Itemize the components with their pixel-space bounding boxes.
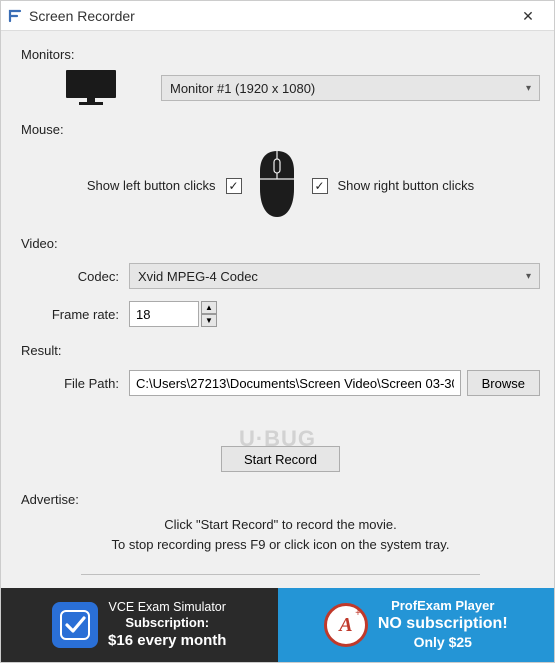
chevron-down-icon: ▾ bbox=[526, 271, 531, 282]
codec-select-value: Xvid MPEG-4 Codec bbox=[138, 269, 258, 284]
codec-label: Codec: bbox=[21, 269, 129, 284]
mouse-icon bbox=[252, 149, 302, 222]
framerate-input[interactable] bbox=[129, 301, 199, 327]
monitor-select-value: Monitor #1 (1920 x 1080) bbox=[170, 81, 315, 96]
grade-icon: A+ bbox=[324, 603, 368, 647]
show-left-clicks-checkbox[interactable]: ✓ bbox=[226, 178, 242, 194]
banner-left[interactable]: VCE Exam Simulator Subscription: $16 eve… bbox=[1, 588, 278, 662]
advertise-line1: Click "Start Record" to record the movie… bbox=[21, 515, 540, 535]
framerate-down-button[interactable]: ▼ bbox=[201, 314, 217, 327]
banner-right-line2: NO subscription! bbox=[378, 614, 508, 634]
close-button[interactable]: ✕ bbox=[508, 1, 548, 31]
mouse-row: Show left button clicks ✓ ✓ Show right b… bbox=[21, 149, 540, 222]
filepath-input[interactable] bbox=[129, 370, 461, 396]
start-row: Start Record bbox=[21, 446, 540, 472]
content-area: Monitors: Monitor #1 (1920 x 1080) ▾ Mou… bbox=[1, 31, 554, 588]
show-left-clicks-label: Show left button clicks bbox=[87, 178, 216, 193]
banner-left-text: VCE Exam Simulator Subscription: $16 eve… bbox=[108, 600, 226, 651]
framerate-up-button[interactable]: ▲ bbox=[201, 301, 217, 314]
advertise-text: Click "Start Record" to record the movie… bbox=[21, 515, 540, 554]
advertise-label: Advertise: bbox=[21, 492, 540, 507]
ad-banner: VCE Exam Simulator Subscription: $16 eve… bbox=[1, 588, 554, 662]
divider bbox=[81, 574, 480, 575]
monitor-row: Monitor #1 (1920 x 1080) ▾ bbox=[21, 68, 540, 108]
start-record-button[interactable]: Start Record bbox=[221, 446, 340, 472]
banner-right[interactable]: A+ ProfExam Player NO subscription! Only… bbox=[278, 588, 555, 662]
banner-left-line2: Subscription: bbox=[125, 615, 209, 631]
banner-left-line1: VCE Exam Simulator bbox=[109, 600, 226, 616]
mouse-label: Mouse: bbox=[21, 122, 540, 137]
framerate-row: Frame rate: ▲ ▼ bbox=[21, 301, 540, 327]
filepath-row: File Path: Browse bbox=[21, 370, 540, 396]
banner-right-line3: Only $25 bbox=[414, 634, 472, 652]
codec-row: Codec: Xvid MPEG-4 Codec ▾ bbox=[21, 263, 540, 289]
banner-right-text: ProfExam Player NO subscription! Only $2… bbox=[378, 598, 508, 652]
video-label: Video: bbox=[21, 236, 540, 251]
show-right-clicks-checkbox[interactable]: ✓ bbox=[312, 178, 328, 194]
framerate-label: Frame rate: bbox=[21, 307, 129, 322]
codec-select[interactable]: Xvid MPEG-4 Codec ▾ bbox=[129, 263, 540, 289]
checkmark-icon bbox=[52, 602, 98, 648]
monitor-icon bbox=[21, 68, 161, 108]
app-window: Screen Recorder ✕ Monitors: Monitor #1 (… bbox=[0, 0, 555, 663]
monitor-select[interactable]: Monitor #1 (1920 x 1080) ▾ bbox=[161, 75, 540, 101]
browse-button[interactable]: Browse bbox=[467, 370, 540, 396]
banner-right-line1: ProfExam Player bbox=[391, 598, 494, 614]
result-label: Result: bbox=[21, 343, 540, 358]
monitors-label: Monitors: bbox=[21, 47, 540, 62]
chevron-down-icon: ▾ bbox=[526, 83, 531, 94]
app-icon bbox=[7, 8, 23, 24]
title-bar: Screen Recorder ✕ bbox=[1, 1, 554, 31]
filepath-label: File Path: bbox=[21, 376, 129, 391]
advertise-line2: To stop recording press F9 or click icon… bbox=[21, 535, 540, 555]
window-title: Screen Recorder bbox=[29, 8, 508, 24]
show-right-clicks-label: Show right button clicks bbox=[338, 178, 475, 193]
banner-left-line3: $16 every month bbox=[108, 632, 226, 651]
framerate-spinner: ▲ ▼ bbox=[129, 301, 217, 327]
